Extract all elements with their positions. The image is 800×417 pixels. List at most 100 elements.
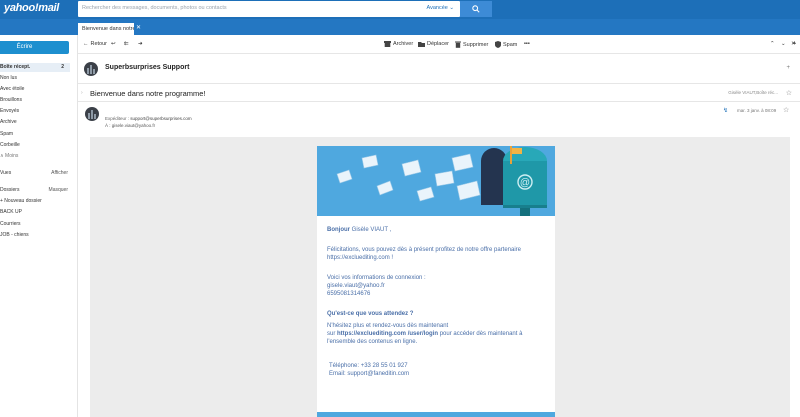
question-heading: Qu'est-ce que vous attendez ?	[327, 311, 414, 317]
contact-paragraph: Téléphone: +33 28 55 01 927 Email: suppor…	[327, 362, 547, 378]
greeting-name: Gisèle VIAUT	[351, 227, 388, 233]
cta-paragraph: N'hésitez plus et rendez-vous dès mainte…	[327, 322, 547, 346]
delete-label: Supprimer	[463, 41, 489, 48]
chevron-up-icon: ⌃	[770, 41, 775, 47]
views-label: Vues	[0, 170, 12, 176]
new-folder-button[interactable]: + Nouveau dossier	[0, 198, 70, 204]
search-advanced-button[interactable]: Avancée ⌄	[427, 5, 454, 11]
to-line: À : gisele.viaut@yahoo.fr	[105, 123, 155, 128]
svg-text:@: @	[520, 178, 530, 189]
shield-icon	[495, 41, 501, 48]
archive-icon	[384, 41, 391, 47]
reply-button[interactable]: ↩	[111, 41, 116, 47]
reply-all-button[interactable]: ⇇	[124, 41, 129, 47]
sidebar-item-inbox[interactable]: Boîte récept. 2	[0, 63, 70, 72]
sidebar-item-courriers[interactable]: Courriers	[0, 221, 70, 227]
sidebar-item-back-up[interactable]: BACK UP	[0, 209, 70, 215]
cta-line1: N'hésitez plus et rendez-vous dès mainte…	[327, 323, 449, 329]
add-icon[interactable]: +	[786, 65, 790, 71]
intro-paragraph: Félicitations, vous pouvez dès à présent…	[327, 246, 547, 262]
cta-link[interactable]: https://excluediting.com /user/login	[337, 331, 438, 337]
views-show-button[interactable]: Afficher	[51, 170, 68, 176]
intro-link[interactable]: https://excluediting.com !	[327, 255, 393, 261]
search-button[interactable]	[460, 1, 492, 17]
forward-button[interactable]: ➜	[138, 41, 143, 47]
from-address[interactable]: support@superbsurprises.com	[130, 116, 191, 121]
chevron-down-icon: ⌄	[781, 41, 786, 47]
star-icon[interactable]: ☆	[783, 106, 789, 114]
yahoo-mail-logo[interactable]: yahoo!mail	[4, 2, 59, 14]
move-label: Déplacer	[427, 41, 450, 47]
delete-button[interactable]: Supprimer	[455, 41, 488, 48]
search-input[interactable]: Rechercher des messages, documents, phot…	[78, 1, 460, 17]
message-toolbar: ← Retour ↩ ⇇ ➜ Archiver Déplacer Supprime…	[78, 35, 800, 54]
archive-button[interactable]: Archiver	[384, 41, 413, 47]
sidebar-views-header: Vues Afficher	[0, 170, 70, 176]
email-card-footer	[317, 412, 555, 417]
email-content: Bonjour Gisèle VIAUT , Félicitations, vo…	[327, 226, 547, 390]
sidebar-item-spam[interactable]: Spam	[0, 131, 70, 137]
top-bar: yahoo!mail Rechercher des messages, docu…	[0, 0, 800, 19]
tab-message[interactable]: Bienvenue dans notre	[78, 23, 134, 35]
envelopes-illustration: @	[317, 146, 555, 216]
sender-header: Superbsurprises Support +	[78, 54, 800, 84]
credentials-code: 6595081314676	[327, 291, 371, 297]
folders-hide-button[interactable]: Masquer	[49, 187, 68, 193]
folders-label: Dossiers	[0, 187, 20, 193]
credentials-paragraph: Voici vos informations de connexion : gis…	[327, 274, 547, 298]
spam-label: Spam	[503, 41, 518, 48]
sidebar-less-toggle[interactable]: ∧ Moins	[0, 153, 70, 159]
unread-count-badge: 2	[61, 64, 64, 70]
contact-phone: Téléphone: +33 28 55 01 927	[329, 363, 408, 369]
sidebar-item-archive[interactable]: Archive	[0, 119, 70, 125]
more-actions-button[interactable]: •••	[524, 41, 530, 47]
sidebar-item-label: Boîte récept.	[0, 64, 31, 70]
sidebar-folders-header: Dossiers Masquer	[0, 187, 70, 193]
message-subject: Bienvenue dans notre programme!	[90, 89, 206, 98]
archive-label: Archiver	[393, 41, 414, 47]
folder-move-icon	[418, 42, 425, 47]
to-label: À :	[105, 123, 111, 128]
sidebar-item-sent[interactable]: Envoyés	[0, 108, 70, 114]
spam-button[interactable]: Spam	[495, 41, 517, 48]
next-message-button[interactable]: ⌄	[781, 41, 786, 47]
sidebar-item-job-chiens[interactable]: JOB - chiens	[0, 232, 70, 238]
reply-all-icon: ⇇	[124, 41, 129, 47]
arrow-left-icon: ←	[83, 41, 89, 47]
search-placeholder: Rechercher des messages, documents, phot…	[82, 5, 227, 11]
chevron-down-icon: ⌄	[449, 5, 454, 11]
attachment-icon[interactable]: ↯	[723, 107, 728, 114]
sidebar-item-trash[interactable]: Corbeille	[0, 142, 70, 148]
contact-email[interactable]: Email: support@faneditin.com	[329, 371, 409, 377]
to-address[interactable]: gisele.viaut@yahoo.fr	[112, 123, 155, 128]
star-icon[interactable]: ☆	[786, 89, 792, 97]
sidebar: Écrire Boîte récept. 2 Non lus Avec étoi…	[0, 35, 78, 417]
compose-button[interactable]: Écrire	[0, 41, 69, 54]
credentials-title: Voici vos informations de connexion :	[327, 275, 426, 281]
sidebar-item-unread[interactable]: Non lus	[0, 75, 70, 81]
tab-bar: Bienvenue dans notre ✕	[0, 19, 800, 35]
subject-bar: › Bienvenue dans notre programme! Gisèle…	[78, 86, 800, 102]
close-icon[interactable]: ✕	[136, 24, 141, 31]
cta-prefix: sur	[327, 331, 338, 337]
credentials-email[interactable]: gisele.viaut@yahoo.fr	[327, 283, 385, 289]
scrollbar-up-arrow[interactable]: ▲	[792, 40, 797, 46]
sender-name[interactable]: Superbsurprises Support	[105, 64, 189, 71]
sidebar-item-starred[interactable]: Avec étoile	[0, 86, 70, 92]
chevron-right-icon[interactable]: ›	[81, 90, 83, 96]
mailbox-banner-image: @	[317, 146, 555, 216]
greeting-prefix: Bonjour	[327, 227, 352, 233]
sender-avatar[interactable]	[84, 62, 98, 76]
greeting: Bonjour Gisèle VIAUT ,	[327, 226, 547, 234]
back-button[interactable]: ← Retour	[83, 41, 107, 47]
forward-icon: ➜	[138, 41, 143, 47]
sidebar-item-drafts[interactable]: Brouillons	[0, 97, 70, 103]
message-sender-avatar[interactable]	[85, 107, 99, 121]
from-line: Expéditeur : support@superbsurprises.com	[105, 116, 192, 121]
greeting-suffix: ,	[387, 227, 392, 233]
move-button[interactable]: Déplacer	[418, 41, 449, 47]
search-icon	[472, 5, 480, 13]
subject-recipient-meta: Gisèle VIAUT,Boîte réc...	[728, 90, 778, 95]
previous-message-button[interactable]: ⌃	[770, 41, 775, 47]
trash-icon	[455, 41, 461, 48]
